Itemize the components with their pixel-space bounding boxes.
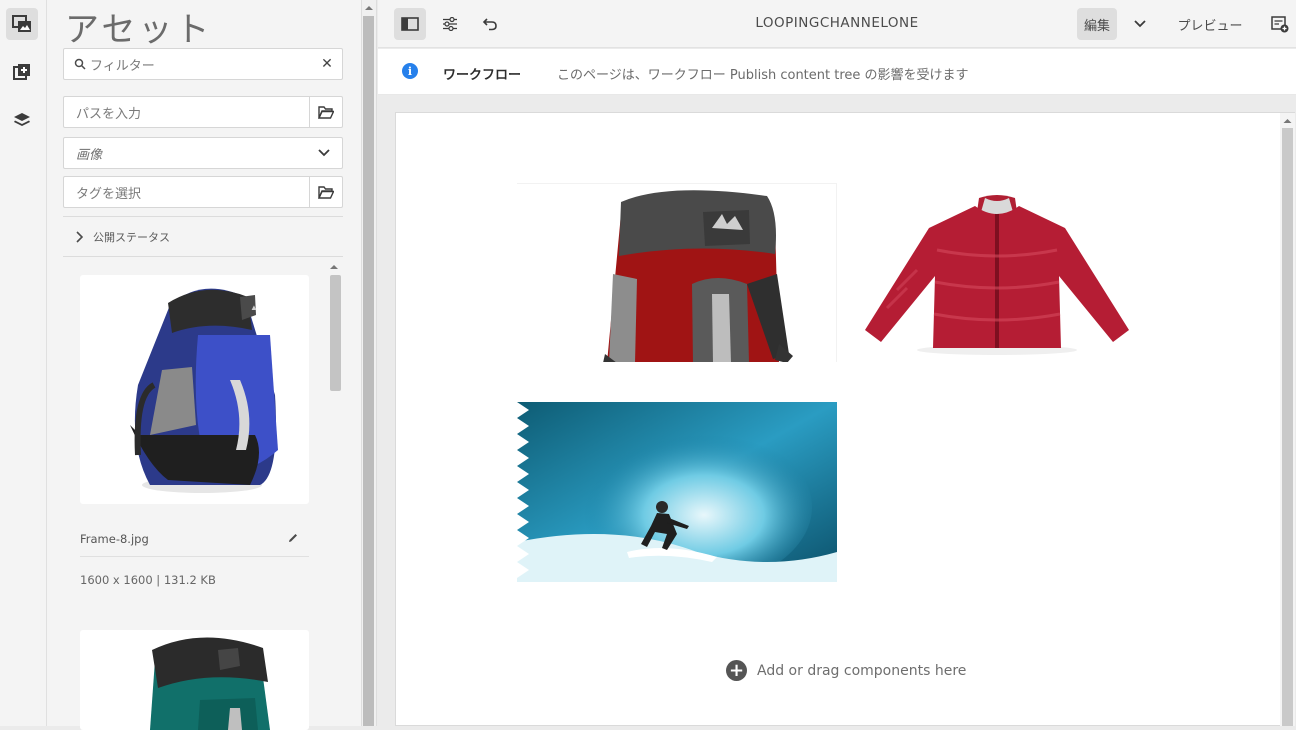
workflow-message: このページは、ワークフロー Publish content tree の影響を受… xyxy=(557,68,969,83)
editor-toolbar: LOOPINGCHANNELONE 編集 プレビュー xyxy=(378,0,1296,48)
scroll-up-icon[interactable] xyxy=(327,262,341,272)
workflow-info-bar: i ワークフロー このページは、ワークフロー Publish content t… xyxy=(378,49,1296,95)
scroll-up-icon[interactable] xyxy=(362,2,376,14)
chevron-down-icon xyxy=(1134,20,1146,28)
asset-meta: 1600 x 1600 | 131.2 KB xyxy=(80,573,216,587)
image-component-red-backpack[interactable] xyxy=(517,183,837,362)
image-component-surfer[interactable] xyxy=(517,402,837,582)
green-backpack-image xyxy=(150,637,270,730)
page-info-icon xyxy=(1271,16,1289,33)
folder-icon xyxy=(318,185,334,199)
edit-icon[interactable] xyxy=(287,532,299,544)
panel-title: アセット xyxy=(65,10,213,50)
chevron-right-icon xyxy=(76,231,83,243)
asset-thumbnail[interactable]: ▲ xyxy=(80,275,309,504)
asset-finder-icon xyxy=(12,15,31,32)
tag-input[interactable]: タグを選択 xyxy=(64,183,309,202)
tag-browse-button[interactable] xyxy=(309,177,342,207)
filter-input[interactable]: フィルター xyxy=(86,55,312,74)
mode-dropdown-button[interactable] xyxy=(1126,8,1154,40)
side-rail xyxy=(0,0,47,726)
asset-list-scroll-thumb[interactable] xyxy=(330,275,341,391)
content-tree-button[interactable] xyxy=(6,104,38,136)
page-information-button[interactable] xyxy=(1266,8,1294,40)
card-divider xyxy=(80,556,309,557)
path-browse-button[interactable] xyxy=(309,97,342,127)
info-icon: i xyxy=(402,63,418,79)
asset-thumbnail[interactable] xyxy=(80,630,309,730)
page-title: LOOPINGCHANNELONE xyxy=(755,15,919,31)
clear-icon[interactable]: ✕ xyxy=(312,56,342,72)
surfer-wave-image xyxy=(517,402,837,582)
publish-status-label: 公開ステータス xyxy=(93,231,170,244)
folder-icon xyxy=(318,105,334,119)
publish-status-toggle[interactable]: 公開ステータス xyxy=(75,229,170,245)
divider xyxy=(63,216,343,217)
components-add-icon xyxy=(13,64,30,80)
mode-edit-button[interactable]: 編集 xyxy=(1077,8,1117,40)
path-field[interactable]: パスを入力 xyxy=(63,96,343,128)
scroll-up-icon[interactable] xyxy=(1280,115,1295,127)
assets-panel: アセット フィルター ✕ パスを入力 画像 タグを選択 公開ステータス ▲ Fr… xyxy=(47,0,361,730)
asset-finder-button[interactable] xyxy=(6,8,38,40)
red-jacket-image xyxy=(865,195,1129,355)
asset-name: Frame-8.jpg xyxy=(80,532,149,546)
canvas-scroll-thumb[interactable] xyxy=(1282,128,1293,726)
search-icon xyxy=(74,58,86,70)
add-components-label: Add or drag components here xyxy=(757,662,967,679)
svg-text:▲: ▲ xyxy=(250,303,258,312)
image-component-red-jacket[interactable] xyxy=(857,190,1137,360)
layers-icon xyxy=(14,113,30,126)
asset-type-select[interactable]: 画像 xyxy=(63,137,343,169)
workflow-title: ワークフロー xyxy=(443,68,522,83)
filter-field[interactable]: フィルター ✕ xyxy=(63,48,343,80)
chevron-down-icon xyxy=(318,149,330,157)
components-button[interactable] xyxy=(6,56,38,88)
red-backpack-image xyxy=(603,190,793,362)
blue-backpack-image: ▲ xyxy=(130,288,278,493)
splitter-thumb[interactable] xyxy=(363,16,374,726)
add-circle-icon: + xyxy=(726,660,747,681)
add-components-placeholder[interactable]: + Add or drag components here xyxy=(726,660,966,681)
preview-button[interactable]: プレビュー xyxy=(1170,8,1250,40)
asset-type-value: 画像 xyxy=(76,147,103,163)
tag-field[interactable]: タグを選択 xyxy=(63,176,343,208)
divider xyxy=(63,256,343,257)
path-input[interactable]: パスを入力 xyxy=(64,103,309,122)
